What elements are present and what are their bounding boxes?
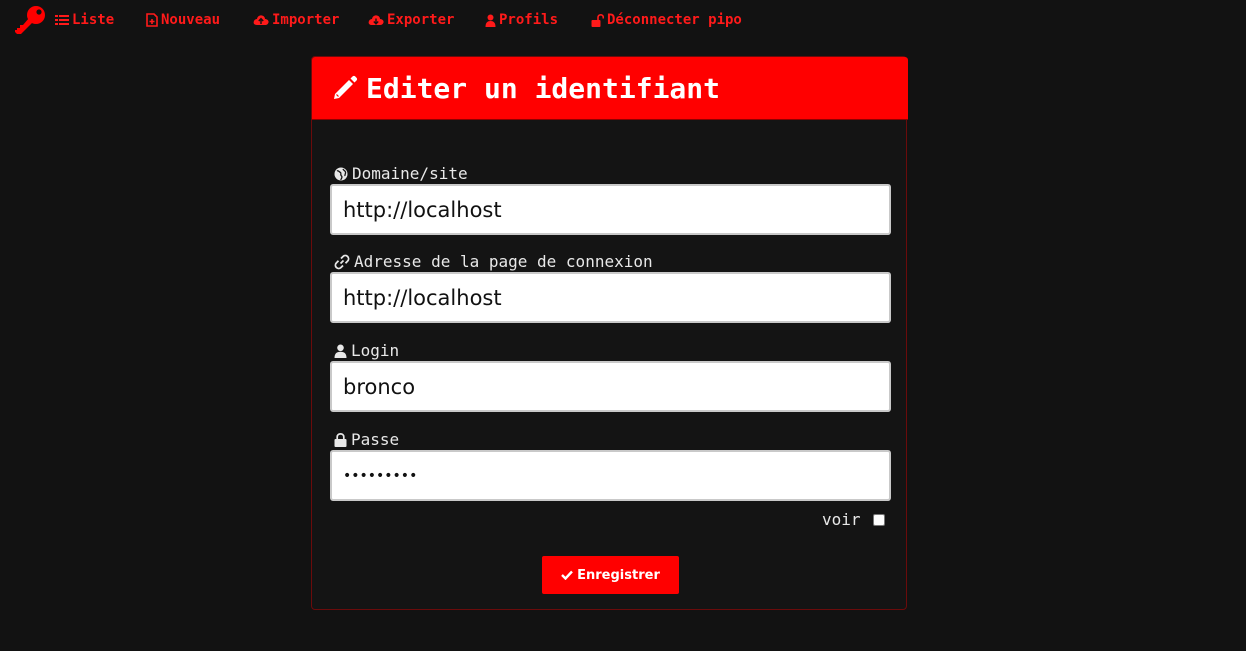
panel-header: Editer un identifiant	[312, 57, 908, 120]
nav-item-label: Exporter	[387, 12, 455, 28]
nav-item-deconnecter[interactable]: Déconnecter pipo	[591, 11, 742, 29]
login-page-label: Adresse de la page de connexion	[334, 252, 653, 272]
cloud-upload-icon	[253, 15, 269, 25]
show-password-toggle[interactable]: voir	[822, 510, 885, 530]
nav-item-label: Importer	[272, 12, 340, 28]
password-label: Passe	[334, 430, 399, 450]
nav-item-exporter[interactable]: Exporter	[368, 11, 454, 29]
page-title: Editer un identifiant	[366, 72, 721, 105]
key-icon[interactable]	[13, 5, 47, 37]
list-icon	[55, 15, 69, 25]
nav-item-liste[interactable]: Liste	[55, 11, 114, 29]
globe-icon	[334, 167, 348, 181]
top-navbar: Liste Nouveau Importer Exporter Profils	[0, 0, 1246, 40]
lock-icon	[334, 433, 347, 447]
save-button[interactable]: Enregistrer	[542, 556, 679, 594]
password-label-text: Passe	[351, 430, 400, 449]
nav-item-label: Nouveau	[161, 12, 221, 28]
nav-item-nouveau[interactable]: Nouveau	[146, 11, 220, 29]
domain-label: Domaine/site	[334, 164, 468, 184]
login-page-input[interactable]	[330, 272, 891, 323]
domain-input[interactable]	[330, 184, 891, 235]
password-input[interactable]	[330, 450, 891, 501]
check-icon	[561, 570, 574, 580]
login-label: Login	[334, 341, 399, 361]
user-icon	[485, 14, 496, 27]
nav-item-importer[interactable]: Importer	[253, 11, 339, 29]
pencil-icon	[334, 75, 358, 99]
login-label-text: Login	[351, 341, 400, 360]
nav-item-label: Profils	[499, 12, 559, 28]
login-input[interactable]	[330, 361, 891, 412]
show-password-checkbox[interactable]	[872, 514, 885, 526]
save-button-label: Enregistrer	[577, 567, 660, 583]
new-file-icon	[146, 13, 158, 27]
nav-item-label: Déconnecter pipo	[607, 12, 742, 28]
show-password-label: voir	[822, 510, 861, 529]
cloud-download-icon	[368, 15, 384, 25]
nav-item-label: Liste	[72, 12, 115, 28]
login-page-label-text: Adresse de la page de connexion	[354, 252, 653, 271]
link-icon	[334, 254, 350, 270]
nav-item-profils[interactable]: Profils	[485, 11, 558, 29]
domain-label-text: Domaine/site	[352, 164, 468, 183]
edit-credential-panel: Editer un identifiant Domaine/site Adres…	[311, 56, 908, 610]
unlock-icon	[591, 13, 604, 27]
user-icon	[334, 344, 347, 358]
